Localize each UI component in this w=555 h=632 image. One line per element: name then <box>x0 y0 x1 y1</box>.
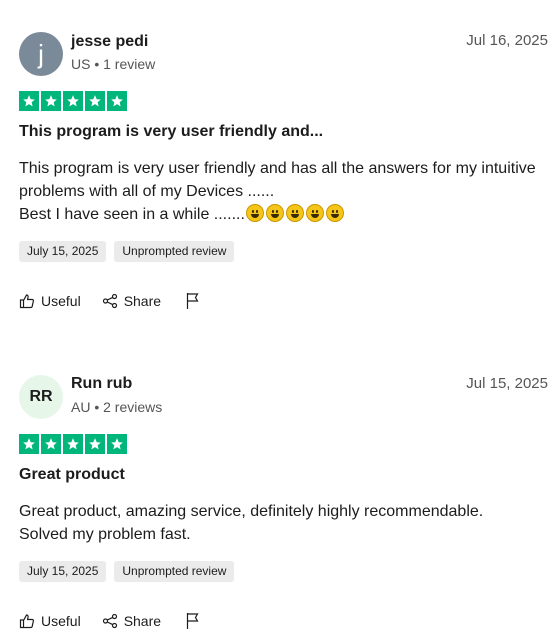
review-body: This program is very user friendly and h… <box>19 157 549 226</box>
unprompted-review-badge[interactable]: Unprompted review <box>114 241 235 262</box>
share-button[interactable]: Share <box>102 613 161 629</box>
review-date: Jul 16, 2025 <box>466 32 548 49</box>
review-body-line: Solved my problem fast. <box>19 526 191 543</box>
share-button[interactable]: Share <box>102 293 161 309</box>
useful-button[interactable]: Useful <box>19 293 81 309</box>
grinning-face-emoji-icon <box>325 204 344 222</box>
star-icon <box>107 91 127 111</box>
report-button[interactable] <box>185 292 201 309</box>
share-label: Share <box>123 292 162 309</box>
grinning-face-emoji-icon <box>245 204 264 222</box>
star-icon <box>19 91 39 111</box>
star-icon <box>85 434 105 454</box>
star-icon <box>107 434 127 454</box>
unprompted-review-badge[interactable]: Unprompted review <box>114 561 235 582</box>
avatar[interactable]: RR <box>19 375 63 419</box>
review-actions: Useful Share <box>19 292 201 309</box>
review-title[interactable]: Great product <box>19 466 125 484</box>
reviewer-meta: AU • 2 reviews <box>71 399 163 415</box>
emoji-group <box>245 204 344 222</box>
star-icon <box>41 434 61 454</box>
star-icon <box>85 91 105 111</box>
share-icon <box>102 613 117 628</box>
grinning-face-emoji-icon <box>265 204 284 222</box>
thumbs-up-icon <box>19 293 35 308</box>
review-body-line: Best I have seen in a while ....... <box>19 203 549 226</box>
flag-icon <box>186 613 199 629</box>
star-icon <box>63 91 83 111</box>
thumbs-up-icon <box>19 613 35 628</box>
review-title[interactable]: This program is very user friendly and..… <box>19 123 323 141</box>
review-actions: Useful Share <box>19 612 201 629</box>
useful-button[interactable]: Useful <box>19 613 81 629</box>
review-tags: July 15, 2025 Unprompted review <box>19 561 235 582</box>
reviewer-name[interactable]: jesse pedi <box>71 33 148 51</box>
star-icon <box>63 434 83 454</box>
reviewer-meta: US • 1 review <box>71 56 156 72</box>
star-icon <box>41 91 61 111</box>
star-icon <box>19 434 39 454</box>
review-tags: July 15, 2025 Unprompted review <box>19 241 235 262</box>
grinning-face-emoji-icon <box>305 204 324 222</box>
share-icon <box>102 293 117 308</box>
avatar[interactable]: j <box>19 32 63 76</box>
grinning-face-emoji-icon <box>285 204 304 222</box>
reviewer-name[interactable]: Run rub <box>71 375 132 393</box>
star-rating <box>19 91 127 111</box>
flag-icon <box>186 293 199 309</box>
share-label: Share <box>123 612 162 629</box>
experience-date-badge: July 15, 2025 <box>19 241 107 262</box>
experience-date-badge: July 15, 2025 <box>19 561 107 582</box>
review-body-line: Great product, amazing service, definite… <box>19 503 484 520</box>
review-date: Jul 15, 2025 <box>466 375 548 392</box>
star-rating <box>19 434 127 454</box>
review-body: Great product, amazing service, definite… <box>19 500 549 546</box>
review-body-line: This program is very user friendly and h… <box>19 160 536 200</box>
report-button[interactable] <box>185 612 201 629</box>
useful-label: Useful <box>41 612 81 629</box>
useful-label: Useful <box>41 292 81 309</box>
